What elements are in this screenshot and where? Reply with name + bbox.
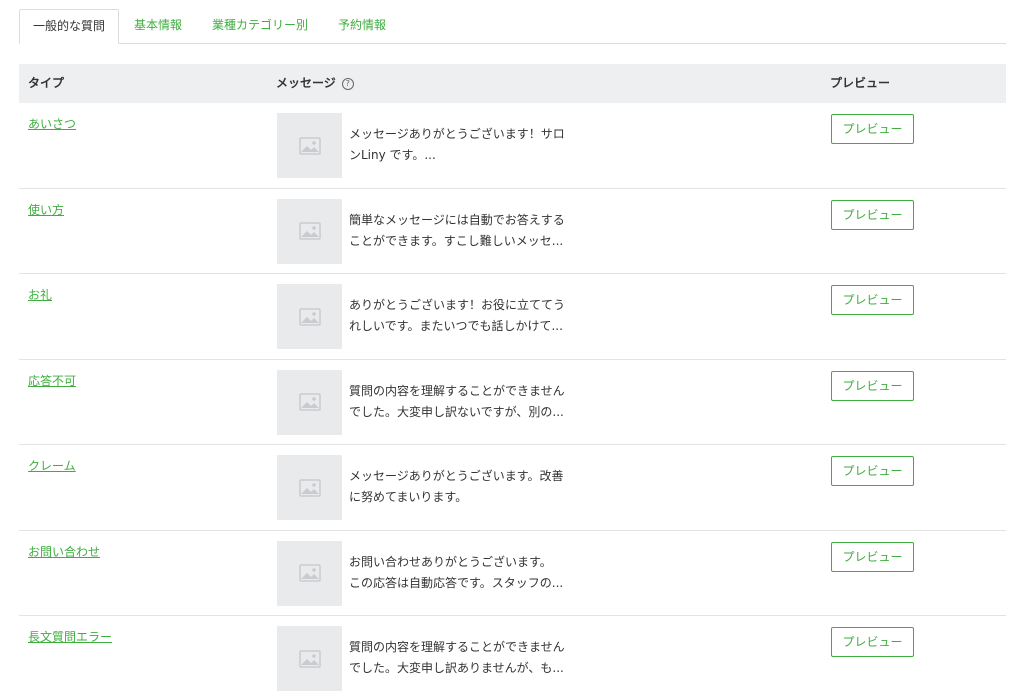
- message-line-1: ありがとうございます！お役に立ててう: [349, 298, 566, 312]
- image-icon: [298, 649, 321, 668]
- header-type: タイプ: [28, 76, 65, 90]
- message-line-1: お問い合わせありがとうございます。: [349, 554, 552, 569]
- message-preview: メッセージありがとうございます！サロ ンLiny です。...: [349, 124, 574, 166]
- table-body: あいさつ メッセージありがとうございます！サロ ンLiny です。... プレビ…: [19, 103, 1006, 693]
- image-icon: [298, 393, 321, 411]
- preview-button[interactable]: プレビュー: [831, 114, 914, 144]
- message-line-2: この応答は自動応答です。スタッフの...: [349, 575, 564, 590]
- tab-industry-category[interactable]: 業種カテゴリー別: [197, 9, 323, 43]
- preview-button[interactable]: プレビュー: [831, 541, 914, 572]
- image-icon: [298, 222, 321, 240]
- image-placeholder: [277, 284, 342, 349]
- message-line-1: 質問の内容を理解することができません: [349, 640, 565, 654]
- message-preview: 質問の内容を理解することができません でした。大変申し訳ありませんが、も...: [349, 637, 574, 679]
- image-placeholder: [277, 455, 342, 520]
- message-line-1: 簡単なメッセージには自動でお答えする: [349, 212, 565, 227]
- message-line-1: メッセージありがとうございます。改善: [349, 469, 564, 483]
- preview-button[interactable]: プレビュー: [831, 199, 914, 230]
- tab-basic-info[interactable]: 基本情報: [119, 9, 197, 43]
- image-placeholder: [277, 626, 342, 691]
- message-line-2: ことができます。すこし難しいメッセ...: [349, 233, 564, 248]
- table-header: タイプ メッセージ ? プレビュー: [19, 64, 1006, 103]
- message-line-2: に努めてまいります。: [349, 490, 468, 504]
- type-link[interactable]: お問い合わせ: [28, 543, 100, 560]
- image-placeholder: [277, 113, 342, 178]
- image-placeholder: [277, 369, 342, 435]
- preview-button[interactable]: プレビュー: [831, 370, 914, 401]
- tab-general-questions[interactable]: 一般的な質問: [19, 9, 120, 44]
- message-preview: 質問の内容を理解することができません でした。大変申し訳ないですが、別の...: [349, 381, 574, 423]
- message-line-1: メッセージありがとうございます！サロ: [349, 127, 565, 141]
- image-icon: [298, 478, 321, 497]
- image-placeholder: [277, 540, 342, 606]
- header-message-label: メッセージ: [276, 76, 336, 90]
- preview-button[interactable]: プレビュー: [831, 456, 914, 486]
- table-row: あいさつ メッセージありがとうございます！サロ ンLiny です。... プレビ…: [19, 103, 1006, 189]
- header-message: メッセージ ?: [276, 64, 354, 103]
- type-link[interactable]: 長文質問エラー: [28, 628, 112, 645]
- message-line-2: でした。大変申し訳ありませんが、も...: [349, 661, 564, 675]
- type-link[interactable]: 応答不可: [28, 372, 76, 389]
- header-preview: プレビュー: [830, 76, 891, 90]
- image-icon: [298, 307, 321, 326]
- type-link[interactable]: 使い方: [28, 201, 64, 218]
- message-preview: ありがとうございます！お役に立ててう れしいです。またいつでも話しかけて...: [349, 295, 574, 337]
- preview-button[interactable]: プレビュー: [831, 627, 914, 657]
- type-link[interactable]: あいさつ: [28, 115, 76, 132]
- table-row: クレーム メッセージありがとうございます。改善 に努めてまいります。 プレビュー: [19, 445, 1006, 531]
- image-icon: [298, 136, 321, 155]
- message-preview: 簡単なメッセージには自動でお答えする ことができます。すこし難しいメッセ...: [349, 210, 574, 252]
- message-line-1: 質問の内容を理解することができません: [349, 383, 565, 398]
- message-line-2: れしいです。またいつでも話しかけて...: [349, 319, 563, 333]
- image-placeholder: [277, 198, 342, 264]
- page: 一般的な質問 基本情報 業種カテゴリー別 予約情報 タイプ メッセージ ? プレ…: [0, 0, 1024, 693]
- table-row: 使い方 簡単なメッセージには自動でお答えする ことができます。すこし難しいメッセ…: [19, 189, 1006, 274]
- type-link[interactable]: クレーム: [28, 457, 76, 474]
- tab-reservation-info[interactable]: 予約情報: [323, 9, 401, 43]
- auto-reply-table: タイプ メッセージ ? プレビュー あいさつ メッセージありがとうございます！サ…: [19, 64, 1006, 693]
- preview-button[interactable]: プレビュー: [831, 285, 914, 315]
- table-row: お礼 ありがとうございます！お役に立ててう れしいです。またいつでも話しかけて.…: [19, 274, 1006, 360]
- table-row: お問い合わせ お問い合わせありがとうございます。 この応答は自動応答です。スタッ…: [19, 531, 1006, 616]
- message-line-2: ンLiny です。...: [349, 148, 436, 162]
- message-preview: お問い合わせありがとうございます。 この応答は自動応答です。スタッフの...: [349, 552, 574, 594]
- table-row: 応答不可 質問の内容を理解することができません でした。大変申し訳ないですが、別…: [19, 360, 1006, 445]
- message-preview: メッセージありがとうございます。改善 に努めてまいります。: [349, 466, 574, 508]
- image-icon: [298, 564, 321, 582]
- tab-bar: 一般的な質問 基本情報 業種カテゴリー別 予約情報: [19, 9, 1006, 44]
- type-link[interactable]: お礼: [28, 286, 52, 303]
- help-icon[interactable]: ?: [341, 77, 354, 90]
- message-line-2: でした。大変申し訳ないですが、別の...: [349, 404, 564, 419]
- table-row: 長文質問エラー 質問の内容を理解することができません でした。大変申し訳ありませ…: [19, 616, 1006, 693]
